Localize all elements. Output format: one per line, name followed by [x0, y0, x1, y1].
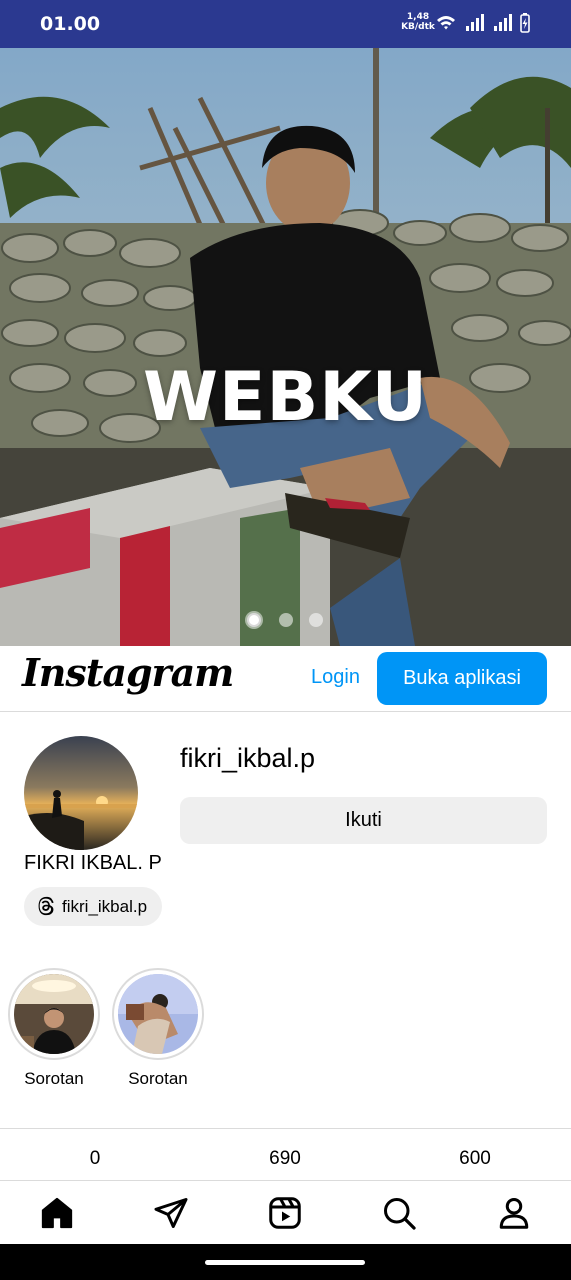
- highlight-cover: [118, 974, 198, 1054]
- threads-badge[interactable]: fikri_ikbal.p: [24, 887, 162, 926]
- home-gesture-bar[interactable]: [205, 1260, 365, 1265]
- battery-icon: [520, 13, 530, 33]
- network-speed-value: 1,48: [406, 12, 430, 22]
- stat-posts[interactable]: 0: [35, 1148, 155, 1170]
- stat-following[interactable]: 600: [415, 1148, 535, 1170]
- hero-carousel[interactable]: WEBKU: [0, 48, 571, 646]
- highlight-ring: [112, 968, 204, 1060]
- carousel-dots: [0, 609, 571, 629]
- avatar[interactable]: [24, 736, 138, 850]
- home-icon[interactable]: [39, 1195, 75, 1231]
- status-time: 01.00: [40, 13, 101, 35]
- bottom-nav: [0, 1180, 571, 1244]
- profile-full-name: FIKRI IKBAL. P: [24, 852, 162, 874]
- status-bar: 01.00 1,48 KB/dtk: [0, 0, 571, 48]
- login-link[interactable]: Login: [311, 666, 360, 689]
- highlight-item[interactable]: Sorotan: [8, 968, 100, 1089]
- highlight-label: Sorotan: [128, 1069, 188, 1088]
- threads-icon: [38, 896, 54, 916]
- search-icon[interactable]: [381, 1195, 417, 1231]
- open-app-button[interactable]: Buka aplikasi: [377, 652, 547, 705]
- network-speed-unit: KB/dtk: [401, 22, 435, 32]
- highlight-ring: [8, 968, 100, 1060]
- stat-followers[interactable]: 690: [225, 1148, 345, 1170]
- highlight-label: Sorotan: [24, 1069, 84, 1088]
- carousel-dot-3[interactable]: [309, 613, 323, 627]
- follow-button[interactable]: Ikuti: [180, 797, 547, 844]
- profile-icon[interactable]: [496, 1195, 532, 1231]
- system-nav-bar: [0, 1244, 571, 1280]
- signal-icon-2: [494, 14, 512, 31]
- signal-icon: [466, 14, 484, 31]
- highlight-cover: [14, 974, 94, 1054]
- direct-icon[interactable]: [153, 1195, 189, 1231]
- wifi-icon: [437, 16, 455, 30]
- network-speed: 1,48 KB/dtk: [400, 12, 436, 32]
- avatar-photo: [24, 736, 138, 850]
- carousel-dot-2[interactable]: [279, 613, 293, 627]
- hero-title: WEBKU: [142, 358, 428, 437]
- carousel-dot-1[interactable]: [247, 613, 261, 627]
- instagram-header: Instagram Login Buka aplikasi: [0, 646, 571, 712]
- reels-icon[interactable]: [267, 1195, 303, 1231]
- profile-username: fikri_ikbal.p: [180, 743, 316, 773]
- status-icons: [437, 13, 530, 33]
- stats-divider: [0, 1128, 571, 1129]
- instagram-logo[interactable]: Instagram: [22, 650, 234, 695]
- threads-handle: fikri_ikbal.p: [62, 897, 148, 916]
- hero-photo: [0, 48, 571, 646]
- highlight-item[interactable]: Sorotan: [112, 968, 204, 1089]
